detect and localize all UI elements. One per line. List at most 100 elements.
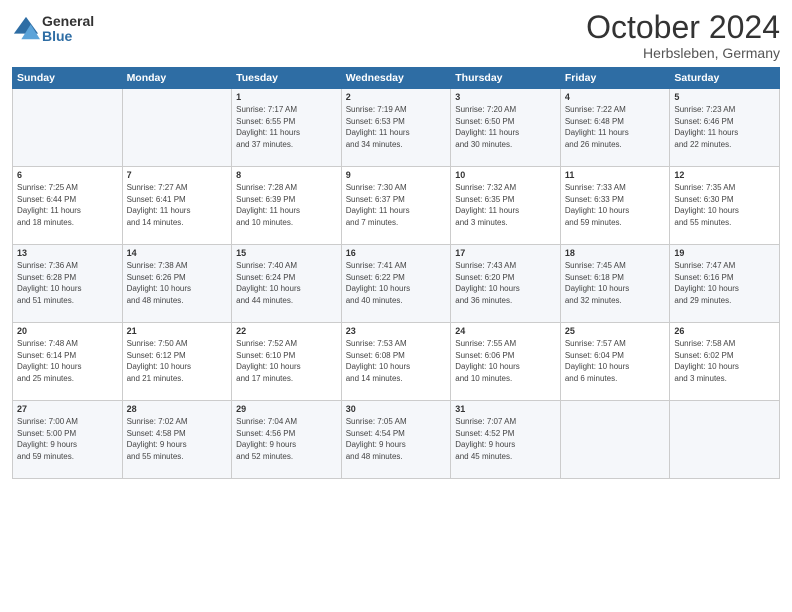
day-cell-5-2: 28Sunrise: 7:02 AM Sunset: 4:58 PM Dayli…	[122, 401, 232, 479]
header: General Blue October 2024 Herbsleben, Ge…	[12, 10, 780, 61]
day-info: Sunrise: 7:00 AM Sunset: 5:00 PM Dayligh…	[17, 416, 118, 462]
day-cell-4-5: 24Sunrise: 7:55 AM Sunset: 6:06 PM Dayli…	[451, 323, 561, 401]
day-info: Sunrise: 7:41 AM Sunset: 6:22 PM Dayligh…	[346, 260, 447, 306]
day-cell-4-3: 22 Sunrise: 7:52 AM Sunset: 6:10 PM Dayli…	[232, 323, 342, 401]
day-header-monday: Monday	[122, 68, 232, 89]
day-number: 27	[17, 404, 118, 414]
day-info: Sunrise: 7:32 AM Sunset: 6:35 PM Dayligh…	[455, 182, 556, 228]
day-header-tuesday: Tuesday	[232, 68, 342, 89]
day-info: Sunrise: 7:23 AM Sunset: 6:46 PM Dayligh…	[674, 104, 775, 150]
day-number: 1	[236, 92, 337, 102]
day-cell-2-1: 6Sunrise: 7:25 AM Sunset: 6:44 PM Daylig…	[13, 167, 123, 245]
day-cell-1-5: 3 Sunrise: 7:20 AM Sunset: 6:50 PM Daylig…	[451, 89, 561, 167]
day-number: 31	[455, 404, 556, 414]
month-title: October 2024	[586, 10, 780, 45]
day-cell-3-4: 16 Sunrise: 7:41 AM Sunset: 6:22 PM Dayli…	[341, 245, 451, 323]
day-number: 3	[455, 92, 556, 102]
calendar-table: SundayMondayTuesdayWednesdayThursdayFrid…	[12, 67, 780, 479]
day-info: Sunrise: 7:05 AM Sunset: 4:54 PM Dayligh…	[346, 416, 447, 462]
day-info: Sunrise: 7:47 AM Sunset: 6:16 PM Dayligh…	[674, 260, 775, 306]
day-cell-5-6	[560, 401, 670, 479]
day-number: 13	[17, 248, 118, 258]
day-info: Sunrise: 7:57 AM Sunset: 6:04 PM Dayligh…	[565, 338, 666, 384]
day-info: Sunrise: 7:17 AM Sunset: 6:55 PM Dayligh…	[236, 104, 337, 150]
day-number: 10	[455, 170, 556, 180]
day-header-thursday: Thursday	[451, 68, 561, 89]
day-info: Sunrise: 7:48 AM Sunset: 6:14 PM Dayligh…	[17, 338, 118, 384]
day-cell-2-2: 7 Sunrise: 7:27 AM Sunset: 6:41 PM Daylig…	[122, 167, 232, 245]
day-number: 17	[455, 248, 556, 258]
day-info: Sunrise: 7:20 AM Sunset: 6:50 PM Dayligh…	[455, 104, 556, 150]
day-number: 14	[127, 248, 228, 258]
day-cell-4-6: 25 Sunrise: 7:57 AM Sunset: 6:04 PM Dayli…	[560, 323, 670, 401]
week-row-3: 13 Sunrise: 7:36 AM Sunset: 6:28 PM Dayli…	[13, 245, 780, 323]
day-info: Sunrise: 7:02 AM Sunset: 4:58 PM Dayligh…	[127, 416, 228, 462]
week-row-4: 20 Sunrise: 7:48 AM Sunset: 6:14 PM Dayli…	[13, 323, 780, 401]
logo-icon	[12, 15, 40, 43]
header-row: SundayMondayTuesdayWednesdayThursdayFrid…	[13, 68, 780, 89]
day-number: 30	[346, 404, 447, 414]
day-number: 22	[236, 326, 337, 336]
week-row-2: 6Sunrise: 7:25 AM Sunset: 6:44 PM Daylig…	[13, 167, 780, 245]
day-cell-3-5: 17 Sunrise: 7:43 AM Sunset: 6:20 PM Dayli…	[451, 245, 561, 323]
logo-text: General Blue	[42, 14, 94, 45]
day-cell-2-6: 11 Sunrise: 7:33 AM Sunset: 6:33 PM Dayli…	[560, 167, 670, 245]
day-cell-3-1: 13 Sunrise: 7:36 AM Sunset: 6:28 PM Dayli…	[13, 245, 123, 323]
day-info: Sunrise: 7:30 AM Sunset: 6:37 PM Dayligh…	[346, 182, 447, 228]
day-number: 18	[565, 248, 666, 258]
day-number: 25	[565, 326, 666, 336]
day-info: Sunrise: 7:25 AM Sunset: 6:44 PM Dayligh…	[17, 182, 118, 228]
day-info: Sunrise: 7:53 AM Sunset: 6:08 PM Dayligh…	[346, 338, 447, 384]
day-cell-3-2: 14 Sunrise: 7:38 AM Sunset: 6:26 PM Dayli…	[122, 245, 232, 323]
day-number: 7	[127, 170, 228, 180]
day-number: 11	[565, 170, 666, 180]
day-number: 15	[236, 248, 337, 258]
week-row-1: 1 Sunrise: 7:17 AM Sunset: 6:55 PM Daylig…	[13, 89, 780, 167]
day-cell-3-6: 18 Sunrise: 7:45 AM Sunset: 6:18 PM Dayli…	[560, 245, 670, 323]
day-cell-1-1	[13, 89, 123, 167]
day-number: 20	[17, 326, 118, 336]
day-cell-4-1: 20 Sunrise: 7:48 AM Sunset: 6:14 PM Dayli…	[13, 323, 123, 401]
day-cell-1-3: 1 Sunrise: 7:17 AM Sunset: 6:55 PM Daylig…	[232, 89, 342, 167]
day-cell-5-7	[670, 401, 780, 479]
day-cell-2-7: 12 Sunrise: 7:35 AM Sunset: 6:30 PM Dayli…	[670, 167, 780, 245]
day-header-saturday: Saturday	[670, 68, 780, 89]
day-info: Sunrise: 7:45 AM Sunset: 6:18 PM Dayligh…	[565, 260, 666, 306]
day-cell-1-6: 4 Sunrise: 7:22 AM Sunset: 6:48 PM Daylig…	[560, 89, 670, 167]
day-info: Sunrise: 7:19 AM Sunset: 6:53 PM Dayligh…	[346, 104, 447, 150]
day-cell-3-3: 15 Sunrise: 7:40 AM Sunset: 6:24 PM Dayli…	[232, 245, 342, 323]
day-info: Sunrise: 7:58 AM Sunset: 6:02 PM Dayligh…	[674, 338, 775, 384]
calendar-header: SundayMondayTuesdayWednesdayThursdayFrid…	[13, 68, 780, 89]
day-cell-4-4: 23Sunrise: 7:53 AM Sunset: 6:08 PM Dayli…	[341, 323, 451, 401]
day-cell-1-4: 2 Sunrise: 7:19 AM Sunset: 6:53 PM Daylig…	[341, 89, 451, 167]
day-number: 12	[674, 170, 775, 180]
day-number: 29	[236, 404, 337, 414]
calendar-body: 1 Sunrise: 7:17 AM Sunset: 6:55 PM Daylig…	[13, 89, 780, 479]
day-cell-5-4: 30 Sunrise: 7:05 AM Sunset: 4:54 PM Dayli…	[341, 401, 451, 479]
day-info: Sunrise: 7:35 AM Sunset: 6:30 PM Dayligh…	[674, 182, 775, 228]
day-cell-5-1: 27 Sunrise: 7:00 AM Sunset: 5:00 PM Dayli…	[13, 401, 123, 479]
day-info: Sunrise: 7:22 AM Sunset: 6:48 PM Dayligh…	[565, 104, 666, 150]
day-number: 4	[565, 92, 666, 102]
day-number: 2	[346, 92, 447, 102]
day-cell-4-2: 21Sunrise: 7:50 AM Sunset: 6:12 PM Dayli…	[122, 323, 232, 401]
day-header-friday: Friday	[560, 68, 670, 89]
day-info: Sunrise: 7:40 AM Sunset: 6:24 PM Dayligh…	[236, 260, 337, 306]
day-header-sunday: Sunday	[13, 68, 123, 89]
day-info: Sunrise: 7:36 AM Sunset: 6:28 PM Dayligh…	[17, 260, 118, 306]
day-number: 21	[127, 326, 228, 336]
day-info: Sunrise: 7:52 AM Sunset: 6:10 PM Dayligh…	[236, 338, 337, 384]
day-info: Sunrise: 7:55 AM Sunset: 6:06 PM Dayligh…	[455, 338, 556, 384]
week-row-5: 27 Sunrise: 7:00 AM Sunset: 5:00 PM Dayli…	[13, 401, 780, 479]
day-number: 16	[346, 248, 447, 258]
day-cell-2-4: 9Sunrise: 7:30 AM Sunset: 6:37 PM Daylig…	[341, 167, 451, 245]
day-number: 8	[236, 170, 337, 180]
day-cell-1-7: 5Sunrise: 7:23 AM Sunset: 6:46 PM Daylig…	[670, 89, 780, 167]
day-number: 19	[674, 248, 775, 258]
day-info: Sunrise: 7:38 AM Sunset: 6:26 PM Dayligh…	[127, 260, 228, 306]
day-info: Sunrise: 7:27 AM Sunset: 6:41 PM Dayligh…	[127, 182, 228, 228]
day-info: Sunrise: 7:43 AM Sunset: 6:20 PM Dayligh…	[455, 260, 556, 306]
day-info: Sunrise: 7:33 AM Sunset: 6:33 PM Dayligh…	[565, 182, 666, 228]
day-header-wednesday: Wednesday	[341, 68, 451, 89]
day-info: Sunrise: 7:04 AM Sunset: 4:56 PM Dayligh…	[236, 416, 337, 462]
